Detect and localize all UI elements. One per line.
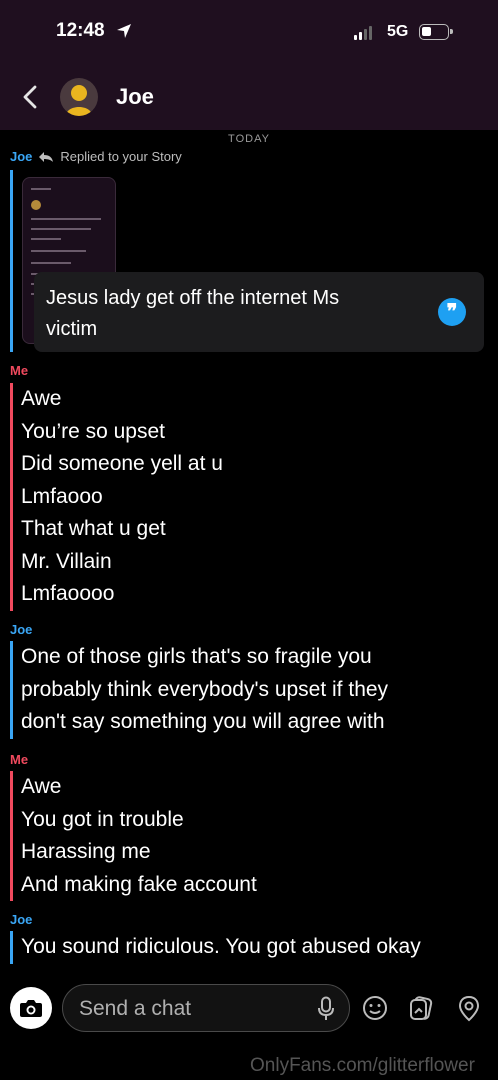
- location-pin-icon[interactable]: [454, 993, 484, 1023]
- chat-thread[interactable]: TODAY Joe Replied to your Story Jesus la…: [0, 130, 498, 975]
- bitmoji-avatar: [66, 85, 92, 116]
- camera-icon: [20, 1000, 42, 1017]
- sender-name: Joe: [10, 912, 33, 927]
- chat-input[interactable]: Send a chat: [62, 984, 350, 1032]
- message-line: Mr. Villain: [21, 549, 112, 573]
- message-line: Awe: [21, 387, 62, 410]
- message-line: Awe: [21, 775, 62, 798]
- reply-arrow-icon: [39, 151, 54, 162]
- message-line: You sound ridiculous. You got abused oka…: [21, 935, 421, 958]
- contact-avatar[interactable]: [60, 78, 98, 116]
- story-reply-header: Joe Replied to your Story: [10, 149, 182, 164]
- message-line: Harassing me: [21, 840, 151, 863]
- camera-button[interactable]: [10, 987, 52, 1029]
- sender-name: Joe: [10, 622, 33, 637]
- sender-bar: [10, 641, 13, 739]
- message-group[interactable]: One of those girls that's so fragile you…: [10, 641, 488, 739]
- sender-name: Joe: [10, 149, 33, 164]
- message-line: don't say something you will agree with: [21, 710, 385, 733]
- microphone-icon[interactable]: [317, 996, 335, 1022]
- message-line: You’re so upset: [21, 419, 165, 443]
- message-line: You got in trouble: [21, 807, 184, 831]
- message-line: Did someone yell at u: [21, 452, 223, 475]
- sender-name: Me: [10, 752, 29, 767]
- composer-bar: Send a chat OnlyFans.com/glitterflower: [0, 975, 498, 1080]
- date-divider: TODAY: [228, 133, 270, 145]
- message-line: And making fake account: [21, 872, 257, 896]
- message-line: Lmfaoooo: [21, 582, 115, 605]
- message-line: Lmfaooo: [21, 484, 103, 508]
- sender-bar: [10, 931, 13, 964]
- story-reply-label: Replied to your Story: [60, 149, 182, 164]
- story-quote-text: Jesus lady get off the internet Ms victi…: [46, 283, 426, 345]
- quote-line: victim: [46, 318, 98, 340]
- chat-input-placeholder: Send a chat: [79, 997, 192, 1020]
- status-time: 12:48: [56, 20, 105, 41]
- sender-name: Me: [10, 363, 29, 378]
- message-line: That what u get: [21, 517, 166, 540]
- message-group[interactable]: You sound ridiculous. You got abused oka…: [10, 931, 488, 964]
- message-group[interactable]: Awe You’re so upset Did someone yell at …: [10, 383, 488, 611]
- sender-bar: [10, 383, 13, 611]
- quote-line: Jesus lady get off the internet Ms: [46, 287, 340, 309]
- message-line: probably think everybody's upset if they: [21, 677, 389, 701]
- quote-icon[interactable]: ❞: [438, 298, 466, 326]
- sender-bar: [10, 771, 13, 901]
- chat-header: 12:48 5G Joe: [0, 0, 498, 130]
- sticker-icon[interactable]: [406, 993, 436, 1023]
- location-arrow-icon: [117, 24, 131, 38]
- message-group[interactable]: Awe You got in trouble Harassing me And …: [10, 771, 488, 901]
- smiley-icon[interactable]: [360, 993, 390, 1023]
- signal-icon: [354, 26, 372, 40]
- message-line: One of those girls that's so fragile you: [21, 645, 372, 668]
- network-label: 5G: [387, 23, 409, 40]
- battery-icon: [419, 24, 453, 40]
- contact-name[interactable]: Joe: [116, 84, 154, 110]
- story-quote-card[interactable]: Jesus lady get off the internet Ms victi…: [34, 272, 484, 352]
- watermark-text: OnlyFans.com/glitterflower: [250, 1055, 475, 1076]
- story-reply-bar: [10, 170, 13, 352]
- back-chevron-icon[interactable]: [16, 82, 44, 112]
